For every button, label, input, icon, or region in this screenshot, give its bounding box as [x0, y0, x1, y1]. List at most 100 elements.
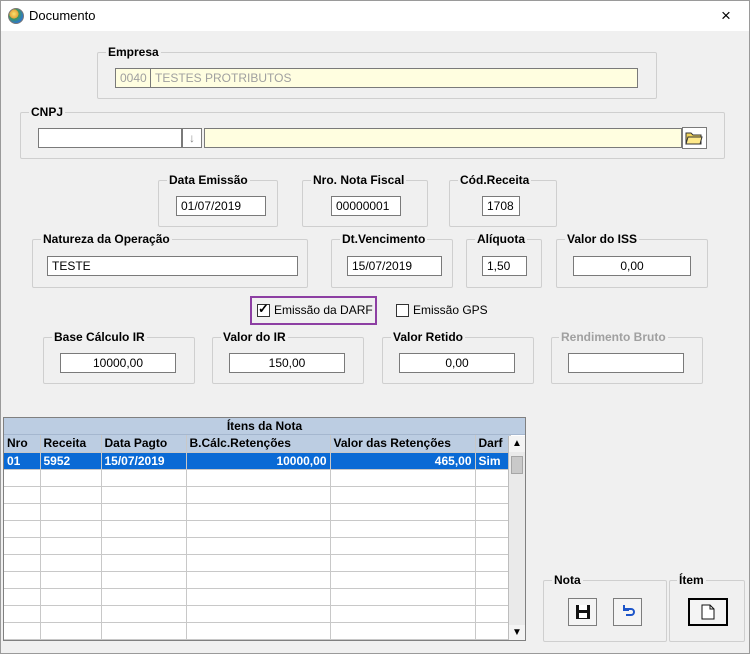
save-button[interactable]	[568, 598, 597, 626]
table-cell[interactable]	[40, 520, 102, 538]
table-cell[interactable]	[330, 605, 476, 623]
rendimento-bruto-input[interactable]	[568, 353, 684, 373]
table-cell[interactable]	[330, 486, 476, 504]
itens-grid[interactable]: Ítens da Nota Nro Receita Data Pagto B.Cálc…	[3, 417, 526, 641]
table-cell[interactable]	[40, 469, 102, 487]
table-cell[interactable]	[4, 639, 41, 640]
table-row[interactable]	[4, 503, 511, 521]
cnpj-input[interactable]	[38, 128, 182, 148]
table-cell[interactable]	[40, 605, 102, 623]
folder-open-icon[interactable]	[682, 127, 707, 149]
table-cell[interactable]	[475, 639, 511, 640]
table-cell[interactable]	[186, 503, 331, 521]
table-cell[interactable]	[330, 503, 476, 521]
table-row[interactable]	[4, 520, 511, 538]
table-cell[interactable]: 15/07/2019	[101, 452, 187, 470]
cnpj-dropdown-icon[interactable]: ↓	[182, 128, 202, 148]
table-cell[interactable]: 5952	[40, 452, 102, 470]
natureza-input[interactable]: TESTE	[47, 256, 298, 276]
table-cell[interactable]: 01	[4, 452, 41, 470]
table-cell[interactable]	[330, 588, 476, 606]
table-cell[interactable]	[4, 588, 41, 606]
table-cell[interactable]	[101, 503, 187, 521]
table-cell[interactable]	[101, 486, 187, 504]
table-cell[interactable]	[4, 622, 41, 640]
table-cell[interactable]: 465,00	[330, 452, 476, 470]
new-item-button[interactable]	[688, 598, 728, 626]
table-cell[interactable]	[101, 571, 187, 589]
valor-retido-input[interactable]: 0,00	[399, 353, 515, 373]
emissao-gps-checkbox[interactable]: Emissão GPS	[396, 303, 488, 317]
table-row[interactable]	[4, 554, 511, 572]
table-cell[interactable]	[4, 537, 41, 555]
table-cell[interactable]	[186, 554, 331, 572]
table-cell[interactable]	[186, 486, 331, 504]
emissao-darf-checkbox[interactable]: Emissão da DARF	[257, 301, 373, 317]
table-cell[interactable]	[40, 571, 102, 589]
table-row[interactable]	[4, 639, 511, 640]
base-ir-input[interactable]: 10000,00	[60, 353, 176, 373]
table-cell[interactable]	[330, 622, 476, 640]
aliquota-input[interactable]: 1,50	[482, 256, 527, 276]
table-cell[interactable]	[40, 588, 102, 606]
table-cell[interactable]	[330, 520, 476, 538]
itens-column-header[interactable]: Darf	[475, 435, 511, 453]
table-row[interactable]	[4, 486, 511, 504]
scroll-up-icon[interactable]: ▲	[509, 436, 525, 452]
table-cell[interactable]	[475, 469, 511, 487]
table-cell[interactable]	[475, 571, 511, 589]
table-cell[interactable]	[330, 639, 476, 640]
table-row[interactable]	[4, 469, 511, 487]
table-cell[interactable]	[101, 554, 187, 572]
scroll-thumb[interactable]	[511, 456, 523, 474]
table-cell[interactable]	[4, 554, 41, 572]
table-cell[interactable]	[40, 554, 102, 572]
table-cell[interactable]: 10000,00	[186, 452, 331, 470]
table-cell[interactable]	[40, 537, 102, 555]
table-cell[interactable]	[186, 469, 331, 487]
table-cell[interactable]	[475, 537, 511, 555]
table-cell[interactable]	[101, 520, 187, 538]
itens-table[interactable]: Nro Receita Data Pagto B.Cálc.Retenções Valo…	[4, 435, 511, 640]
table-cell[interactable]	[186, 520, 331, 538]
table-cell[interactable]	[330, 571, 476, 589]
table-cell[interactable]	[4, 486, 41, 504]
table-cell[interactable]	[4, 469, 41, 487]
table-cell[interactable]	[186, 622, 331, 640]
empresa-code-field[interactable]: 0040	[115, 68, 150, 88]
darf-checkbox-icon[interactable]	[257, 301, 270, 317]
itens-column-header[interactable]: Receita	[40, 435, 102, 453]
table-row[interactable]	[4, 537, 511, 555]
table-cell[interactable]	[475, 554, 511, 572]
close-icon[interactable]: ×	[709, 3, 743, 29]
table-cell[interactable]	[186, 605, 331, 623]
itens-column-header[interactable]: Data Pagto	[101, 435, 187, 453]
scroll-down-icon[interactable]: ▼	[509, 625, 525, 640]
table-cell[interactable]	[101, 469, 187, 487]
table-cell[interactable]	[101, 605, 187, 623]
table-row[interactable]	[4, 588, 511, 606]
table-cell[interactable]	[186, 537, 331, 555]
table-cell[interactable]	[330, 469, 476, 487]
gps-checkbox-icon[interactable]	[396, 303, 409, 317]
table-cell[interactable]	[475, 605, 511, 623]
table-cell[interactable]	[330, 537, 476, 555]
table-cell[interactable]	[186, 639, 331, 640]
table-cell[interactable]	[101, 639, 187, 640]
undo-button[interactable]	[613, 598, 642, 626]
table-cell[interactable]	[4, 571, 41, 589]
table-cell[interactable]	[475, 486, 511, 504]
table-cell[interactable]	[101, 622, 187, 640]
table-cell[interactable]	[4, 503, 41, 521]
table-cell[interactable]	[4, 520, 41, 538]
table-cell[interactable]	[4, 605, 41, 623]
cod-receita-input[interactable]: 1708	[482, 196, 520, 216]
table-cell[interactable]: Sim	[475, 452, 511, 470]
table-cell[interactable]	[475, 503, 511, 521]
table-cell[interactable]	[101, 588, 187, 606]
itens-column-header[interactable]: Nro	[4, 435, 41, 453]
table-cell[interactable]	[40, 622, 102, 640]
table-cell[interactable]	[475, 520, 511, 538]
cnpj-description-field[interactable]	[204, 128, 682, 148]
table-cell[interactable]	[330, 554, 476, 572]
